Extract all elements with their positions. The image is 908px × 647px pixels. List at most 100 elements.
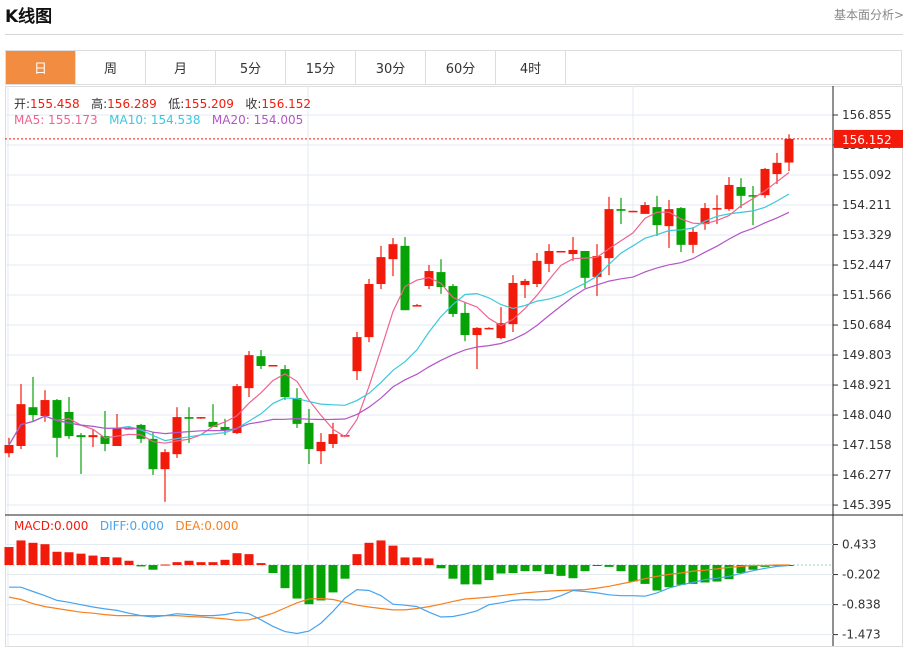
macd-bar bbox=[640, 565, 650, 584]
macd-bar bbox=[76, 553, 86, 565]
close-label: 收: bbox=[245, 97, 262, 111]
candle-up bbox=[532, 260, 542, 284]
macd-value: MACD:0.000 bbox=[14, 519, 89, 533]
ma-legend: MA5: 155.173 MA10: 154.538 MA20: 154.005 bbox=[14, 113, 303, 127]
macd-bar bbox=[568, 565, 578, 579]
close-value: 156.152 bbox=[261, 97, 312, 111]
macd-bar bbox=[472, 565, 482, 585]
macd-tick-label: -1.473 bbox=[842, 628, 881, 642]
open-label: 开: bbox=[14, 97, 31, 111]
macd-bar bbox=[280, 565, 290, 589]
candle-up bbox=[544, 250, 554, 264]
macd-bar bbox=[352, 554, 362, 565]
candle-down bbox=[616, 209, 626, 211]
macd-bar bbox=[400, 557, 410, 565]
macd-tick-label: 0.433 bbox=[842, 538, 876, 552]
candle-down bbox=[400, 245, 410, 311]
price-tick-label: 146.277 bbox=[842, 468, 892, 482]
kline-widget: K线图 基本面分析> 日 周 月 5分 15分 30分 60分 4时 156.8… bbox=[0, 0, 908, 647]
candle-up bbox=[712, 208, 722, 210]
macd-bar bbox=[256, 563, 266, 565]
macd-bar bbox=[496, 565, 506, 574]
ma10-legend: MA10: 154.538 bbox=[109, 113, 201, 127]
macd-bar bbox=[244, 554, 254, 565]
candle-down bbox=[460, 312, 470, 336]
macd-bar bbox=[616, 565, 626, 572]
price-tick-label: 155.092 bbox=[842, 168, 892, 182]
candle-down bbox=[76, 435, 86, 438]
macd-bar bbox=[424, 558, 434, 565]
price-tick-label: 148.921 bbox=[842, 378, 892, 392]
candle-up bbox=[640, 205, 650, 214]
price-tick-label: 156.855 bbox=[842, 108, 892, 122]
high-value: 156.289 bbox=[107, 97, 157, 111]
candle-down bbox=[448, 286, 458, 314]
macd-bar bbox=[412, 557, 422, 565]
candle-up bbox=[172, 417, 182, 455]
macd-bar bbox=[124, 560, 134, 565]
macd-legend: MACD:0.000 DIFF:0.000 DEA:0.000 bbox=[14, 519, 239, 533]
macd-bar bbox=[652, 565, 662, 591]
macd-bar bbox=[268, 565, 278, 574]
macd-bar bbox=[688, 565, 698, 584]
price-tick-label: 150.684 bbox=[842, 318, 892, 332]
macd-bar bbox=[532, 565, 542, 572]
macd-bar bbox=[604, 565, 614, 567]
macd-bar bbox=[16, 540, 26, 565]
macd-bar bbox=[364, 542, 374, 565]
macd-bar bbox=[520, 565, 530, 572]
price-tick-label: 151.566 bbox=[842, 288, 892, 302]
macd-bar bbox=[28, 542, 38, 565]
diff-value: DIFF:0.000 bbox=[99, 519, 164, 533]
price-tick-label: 145.395 bbox=[842, 498, 892, 512]
candle-up bbox=[784, 138, 794, 163]
macd-bar bbox=[508, 565, 518, 574]
candle-up bbox=[724, 184, 734, 210]
low-value: 155.209 bbox=[184, 97, 234, 111]
macd-bar bbox=[40, 544, 50, 565]
macd-bar bbox=[64, 552, 74, 565]
macd-bar bbox=[208, 562, 218, 565]
macd-bar bbox=[556, 565, 566, 576]
last-price-label: 156.152 bbox=[842, 133, 892, 147]
candle-up bbox=[196, 417, 206, 419]
candle-up bbox=[364, 283, 374, 338]
ma10-line bbox=[8, 193, 790, 446]
macd-bar bbox=[88, 555, 98, 565]
candle-down bbox=[148, 438, 158, 470]
price-tick-label: 152.447 bbox=[842, 258, 892, 272]
macd-bar bbox=[160, 564, 170, 566]
price-tick-label: 154.211 bbox=[842, 198, 892, 212]
candle-up bbox=[568, 249, 578, 255]
macd-bar bbox=[184, 560, 194, 565]
macd-bar bbox=[628, 565, 638, 582]
high-label: 高: bbox=[91, 97, 108, 111]
macd-bar bbox=[580, 565, 590, 572]
price-tick-label: 153.329 bbox=[842, 228, 892, 242]
macd-bar bbox=[292, 565, 302, 599]
macd-bar bbox=[460, 565, 470, 585]
macd-bar bbox=[676, 565, 686, 585]
macd-bar bbox=[376, 540, 386, 565]
macd-bar bbox=[340, 565, 350, 579]
candle-up bbox=[244, 355, 254, 389]
candle-up bbox=[316, 441, 326, 452]
dea-value: DEA:0.000 bbox=[175, 519, 239, 533]
macd-bar bbox=[172, 562, 182, 565]
candle-down bbox=[736, 186, 746, 196]
candle-up bbox=[556, 250, 566, 253]
candle-up bbox=[268, 365, 278, 367]
candle-up bbox=[388, 244, 398, 260]
candle-down bbox=[256, 356, 266, 367]
macd-bar bbox=[52, 551, 62, 565]
candle-down bbox=[292, 398, 302, 424]
candle-down bbox=[652, 207, 662, 226]
candle-down bbox=[304, 422, 314, 450]
macd-bar bbox=[136, 565, 146, 567]
candle-up bbox=[4, 444, 14, 454]
macd-bar bbox=[592, 565, 602, 566]
macd-bar bbox=[664, 565, 674, 588]
macd-tick-label: -0.838 bbox=[842, 598, 881, 612]
candle-up bbox=[160, 452, 170, 470]
ma5-line bbox=[8, 172, 790, 446]
